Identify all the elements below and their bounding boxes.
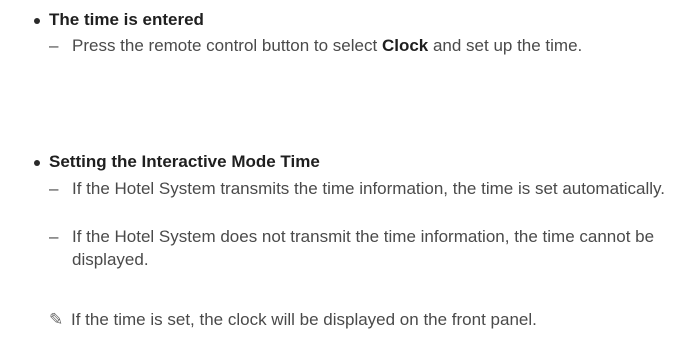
section-heading: Setting the Interactive Mode Time bbox=[49, 152, 320, 171]
bullet-icon bbox=[34, 18, 40, 24]
list-item: – Press the remote control button to sel… bbox=[49, 34, 669, 57]
item-text-after: and set up the time. bbox=[428, 36, 583, 55]
list-item-text: Press the remote control button to selec… bbox=[72, 34, 669, 57]
list-item-text: If the Hotel System transmits the time i… bbox=[72, 179, 666, 198]
list-item-text: If the Hotel System does not transmit th… bbox=[72, 227, 655, 269]
bullet-icon bbox=[34, 160, 40, 166]
note: ✎ If the time is set, the clock will be d… bbox=[49, 310, 537, 330]
section-heading: The time is entered bbox=[49, 10, 204, 29]
pencil-note-icon: ✎ bbox=[49, 310, 64, 330]
list-item: – If the Hotel System does not transmit … bbox=[49, 225, 669, 271]
item-text-bold: Clock bbox=[381, 36, 429, 55]
dash-marker: – bbox=[49, 179, 59, 198]
list-item: – If the Hotel System transmits the time… bbox=[49, 177, 669, 200]
dash-marker: – bbox=[49, 36, 59, 55]
note-text: If the time is set, the clock will be di… bbox=[71, 310, 537, 329]
item-text-before: Press the remote control button to selec… bbox=[72, 36, 382, 55]
dash-marker: – bbox=[49, 227, 59, 246]
